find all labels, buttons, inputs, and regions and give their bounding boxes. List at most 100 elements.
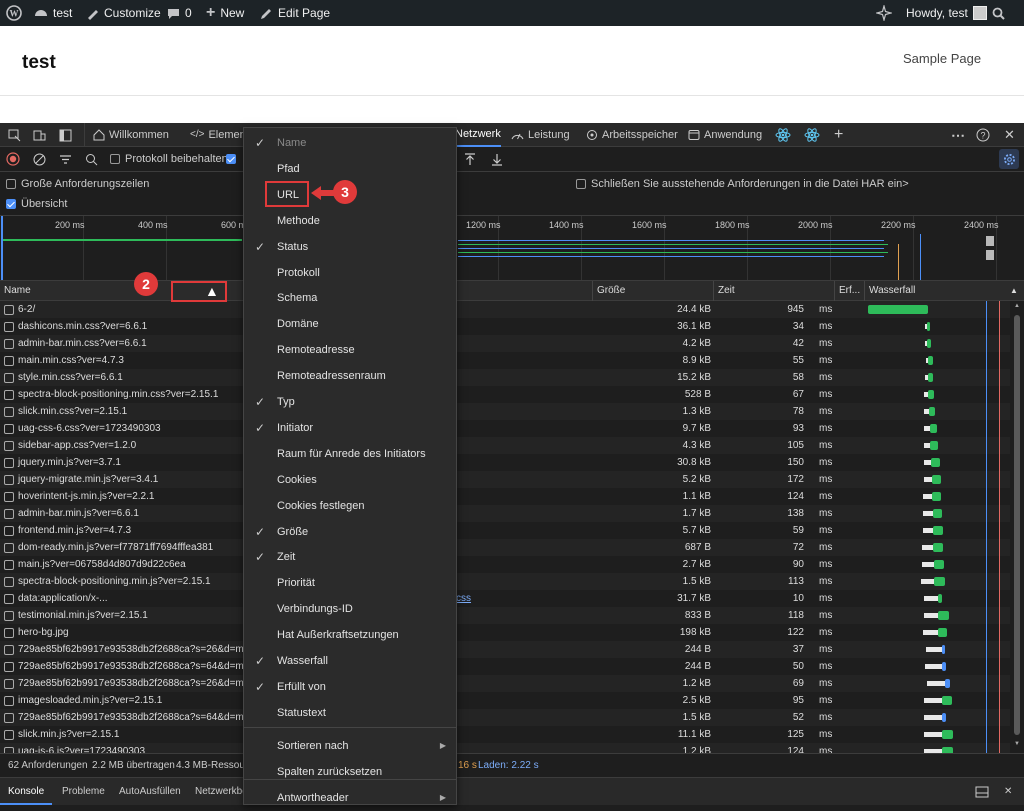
table-row[interactable]: style.min.css?ver=6.6.1 15.2 kB 58 ms — [0, 369, 1010, 386]
help-icon[interactable]: ? — [976, 123, 990, 147]
disable-cache-checkbox[interactable] — [226, 147, 236, 171]
close-icon[interactable]: ✕ — [1004, 123, 1015, 147]
menu-item-priorität[interactable]: Priorität — [244, 570, 456, 596]
table-row[interactable]: dom-ready.min.js?ver=f77871ff7694fffea38… — [0, 539, 1010, 556]
tab-memory[interactable]: Arbeitsspeicher — [580, 123, 684, 147]
table-row[interactable]: 729ae85bf62b9917e93538db2f2688ca?s=26&d=… — [0, 641, 1010, 658]
tab-network[interactable]: Netzwerk — [455, 123, 501, 147]
table-row[interactable]: slick.min.js?ver=2.15.1 11.1 kB 125 ms — [0, 726, 1010, 743]
device-toolbar-icon[interactable] — [33, 123, 46, 147]
table-row[interactable]: jquery-migrate.min.js?ver=3.4.1 5.2 kB 172… — [0, 471, 1010, 488]
menu-item-schema[interactable]: Schema — [244, 285, 456, 311]
table-row[interactable]: data:application/x-... 31.7 kB 10 ms — [0, 590, 1010, 607]
site-name-link[interactable]: test — [34, 0, 72, 26]
table-row[interactable]: imagesloaded.min.js?ver=2.15.1 2.5 kB 95 ms — [0, 692, 1010, 709]
menu-item-sortieren-nach[interactable]: Sortieren nach ▶ — [244, 733, 456, 759]
filter-icon[interactable] — [59, 147, 72, 171]
scroll-down-arrow-icon[interactable]: ▼ — [1014, 741, 1020, 747]
table-row[interactable]: admin-bar.min.css?ver=6.6.1 4.2 kB 42 ms — [0, 335, 1010, 352]
inspect-icon[interactable] — [8, 123, 21, 147]
sidebar-toggle-icon[interactable] — [59, 123, 72, 147]
react-profiler-icon[interactable] — [804, 123, 820, 147]
sort-up-icon[interactable]: ▲ — [1006, 281, 1018, 301]
table-row[interactable]: testimonial.min.js?ver=2.15.1 833 B 118 ms — [0, 607, 1010, 624]
menu-item-methode[interactable]: Methode — [244, 208, 456, 234]
table-row[interactable]: uag-js-6.js?ver=1723490303 1.2 kB 124 ms — [0, 743, 1010, 753]
table-row[interactable]: 6-2/24.4 kB 945 ms — [0, 301, 1010, 318]
overview-checkbox[interactable] — [6, 199, 16, 209]
table-row[interactable]: spectra-block-positioning.min.js?ver=2.1… — [0, 573, 1010, 590]
howdy-account[interactable]: Howdy, test — [906, 0, 987, 26]
har-checkbox[interactable] — [576, 179, 586, 189]
search-requests-icon[interactable] — [85, 147, 98, 171]
table-row[interactable]: spectra-block-positioning.min.css?ver=2.… — [0, 386, 1010, 403]
ai-sparkle-icon[interactable] — [876, 0, 892, 26]
menu-item-wasserfall[interactable]: ✓ Wasserfall — [244, 648, 456, 674]
menu-item-statustext[interactable]: Statustext — [244, 700, 456, 726]
drawer-tab-network-conditions[interactable]: Netzwerkbe — [195, 778, 248, 806]
col-time[interactable]: Zeit — [713, 281, 735, 301]
table-row[interactable]: uag-css-6.css?ver=1723490303 9.7 kB 93 ms — [0, 420, 1010, 437]
menu-item-größe[interactable]: ✓ Größe — [244, 519, 456, 545]
menu-item-remoteadressenraum[interactable]: Remoteadressenraum — [244, 363, 456, 389]
drawer-tab-autofill[interactable]: AutoAusfüllen — [119, 778, 181, 806]
table-row[interactable]: jquery.min.js?ver=3.7.1 30.8 kB 150 ms — [0, 454, 1010, 471]
wordpress-logo-icon[interactable]: W — [6, 0, 22, 26]
menu-item-typ[interactable]: ✓ Typ — [244, 389, 456, 415]
new-content-link[interactable]: + New — [206, 0, 244, 26]
comments-link[interactable]: 0 — [167, 0, 192, 26]
table-row[interactable]: dashicons.min.css?ver=6.6.1 36.1 kB 34 ms — [0, 318, 1010, 335]
menu-item-spalten-zurücksetzen[interactable]: Spalten zurücksetzen — [244, 759, 456, 785]
menu-item-domäne[interactable]: Domäne — [244, 311, 456, 337]
menu-item-cookies-festlegen[interactable]: Cookies festlegen — [244, 493, 456, 519]
col-name[interactable]: Name — [0, 281, 31, 301]
search-icon[interactable] — [992, 0, 1005, 26]
menu-item-erfüllt-von[interactable]: ✓ Erfüllt von — [244, 674, 456, 700]
large-rows-option[interactable]: Große Anforderungszeilen — [6, 174, 149, 194]
menu-item-antwortheader[interactable]: Antwortheader ▶ — [244, 785, 456, 811]
menu-item-verbindungs-id[interactable]: Verbindungs-ID — [244, 596, 456, 622]
preserve-log-checkbox[interactable]: Protokoll beibehalten — [110, 147, 228, 171]
table-row[interactable]: hero-bg.jpg 198 kB 122 ms — [0, 624, 1010, 641]
dock-drawer-icon[interactable] — [975, 778, 989, 810]
large-rows-checkbox[interactable] — [6, 179, 16, 189]
preserve-log-box[interactable] — [110, 154, 120, 164]
network-overview[interactable]: 200 ms 400 ms 600 ms 1200 ms 1400 ms 160… — [0, 215, 1024, 281]
vertical-scrollbar[interactable]: ▲ ▼ — [1012, 301, 1022, 753]
add-tab-icon[interactable]: + — [834, 123, 843, 147]
menu-item-protokoll[interactable]: Protokoll — [244, 260, 456, 286]
more-options-icon[interactable]: ⋯ — [951, 123, 965, 147]
table-row[interactable]: 729ae85bf62b9917e93538db2f2688ca?s=64&d=… — [0, 709, 1010, 726]
drawer-tab-issues[interactable]: Probleme — [62, 778, 105, 806]
nav-sample-page[interactable]: Sample Page — [903, 51, 981, 66]
table-row[interactable]: 729ae85bf62b9917e93538db2f2688ca?s=26&d=… — [0, 675, 1010, 692]
tab-welcome[interactable]: Willkommen — [84, 123, 177, 147]
tab-application[interactable]: Anwendung — [682, 123, 768, 147]
table-row[interactable]: hoverintent-js.min.js?ver=2.2.1 1.1 kB 124… — [0, 488, 1010, 505]
har-option[interactable]: Schließen Sie ausstehende Anforderungen … — [576, 174, 909, 194]
menu-item-initiator[interactable]: ✓ Initiator — [244, 415, 456, 441]
initiator-link[interactable]: css — [456, 593, 471, 604]
table-row[interactable]: sidebar-app.css?ver=1.2.0 4.3 kB 105 ms — [0, 437, 1010, 454]
overview-option[interactable]: Übersicht — [6, 194, 67, 214]
menu-item-cookies[interactable]: Cookies — [244, 467, 456, 493]
import-har-icon[interactable] — [464, 147, 476, 171]
close-drawer-icon[interactable]: ✕ — [1004, 778, 1012, 806]
table-row[interactable]: main.js?ver=06758d4d807d9d22c6ea 2.7 kB 90… — [0, 556, 1010, 573]
clear-icon[interactable] — [33, 147, 46, 171]
edit-page-link[interactable]: Edit Page — [260, 0, 330, 26]
tab-performance[interactable]: Leistung — [505, 123, 576, 147]
table-row[interactable]: 729ae85bf62b9917e93538db2f2688ca?s=64&d=… — [0, 658, 1010, 675]
network-settings-gear-icon[interactable] — [999, 149, 1019, 169]
menu-item-zeit[interactable]: ✓ Zeit — [244, 544, 456, 570]
scroll-up-arrow-icon[interactable]: ▲ — [1014, 303, 1020, 309]
col-fulfilled[interactable]: Erf... — [834, 281, 860, 301]
drawer-tab-console[interactable]: Konsole — [0, 778, 53, 805]
react-components-icon[interactable] — [775, 123, 791, 147]
scrollbar-thumb[interactable] — [1014, 315, 1020, 735]
export-har-icon[interactable] — [491, 147, 503, 171]
table-row[interactable]: main.min.css?ver=4.7.3 8.9 kB 55 ms — [0, 352, 1010, 369]
disable-cache-box[interactable] — [226, 154, 236, 164]
menu-item-status[interactable]: ✓ Status — [244, 234, 456, 260]
menu-item-raum-für-anrede-des-initiators[interactable]: Raum für Anrede des Initiators — [244, 441, 456, 467]
